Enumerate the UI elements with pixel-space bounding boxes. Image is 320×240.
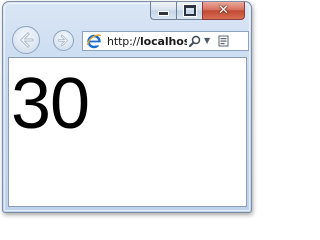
close-icon: ✕ (218, 3, 229, 18)
browser-window: ✕ http://localhost ▼ (2, 1, 252, 213)
chevron-down-icon[interactable]: ▼ (204, 37, 213, 45)
address-scheme: http:// (107, 34, 140, 48)
compatibility-view-icon[interactable] (218, 35, 229, 47)
page-number-text: 30 (11, 64, 90, 144)
address-host: localhost (140, 34, 187, 48)
back-arrow-icon (20, 32, 34, 48)
ie-logo-icon (86, 34, 102, 49)
minimize-icon (159, 12, 168, 15)
address-bar[interactable]: http://localhost ▼ (82, 31, 249, 51)
maximize-icon (183, 5, 196, 16)
search-icon[interactable] (189, 35, 201, 47)
back-button[interactable] (12, 26, 40, 54)
maximize-button[interactable] (176, 2, 202, 20)
minimize-button[interactable] (150, 2, 176, 20)
page-content: 30 (8, 57, 247, 207)
address-url[interactable]: http://localhost (107, 35, 187, 48)
caption-buttons: ✕ (150, 2, 245, 20)
forward-button[interactable] (53, 30, 74, 51)
close-button[interactable]: ✕ (202, 2, 245, 20)
forward-arrow-icon (57, 34, 68, 47)
